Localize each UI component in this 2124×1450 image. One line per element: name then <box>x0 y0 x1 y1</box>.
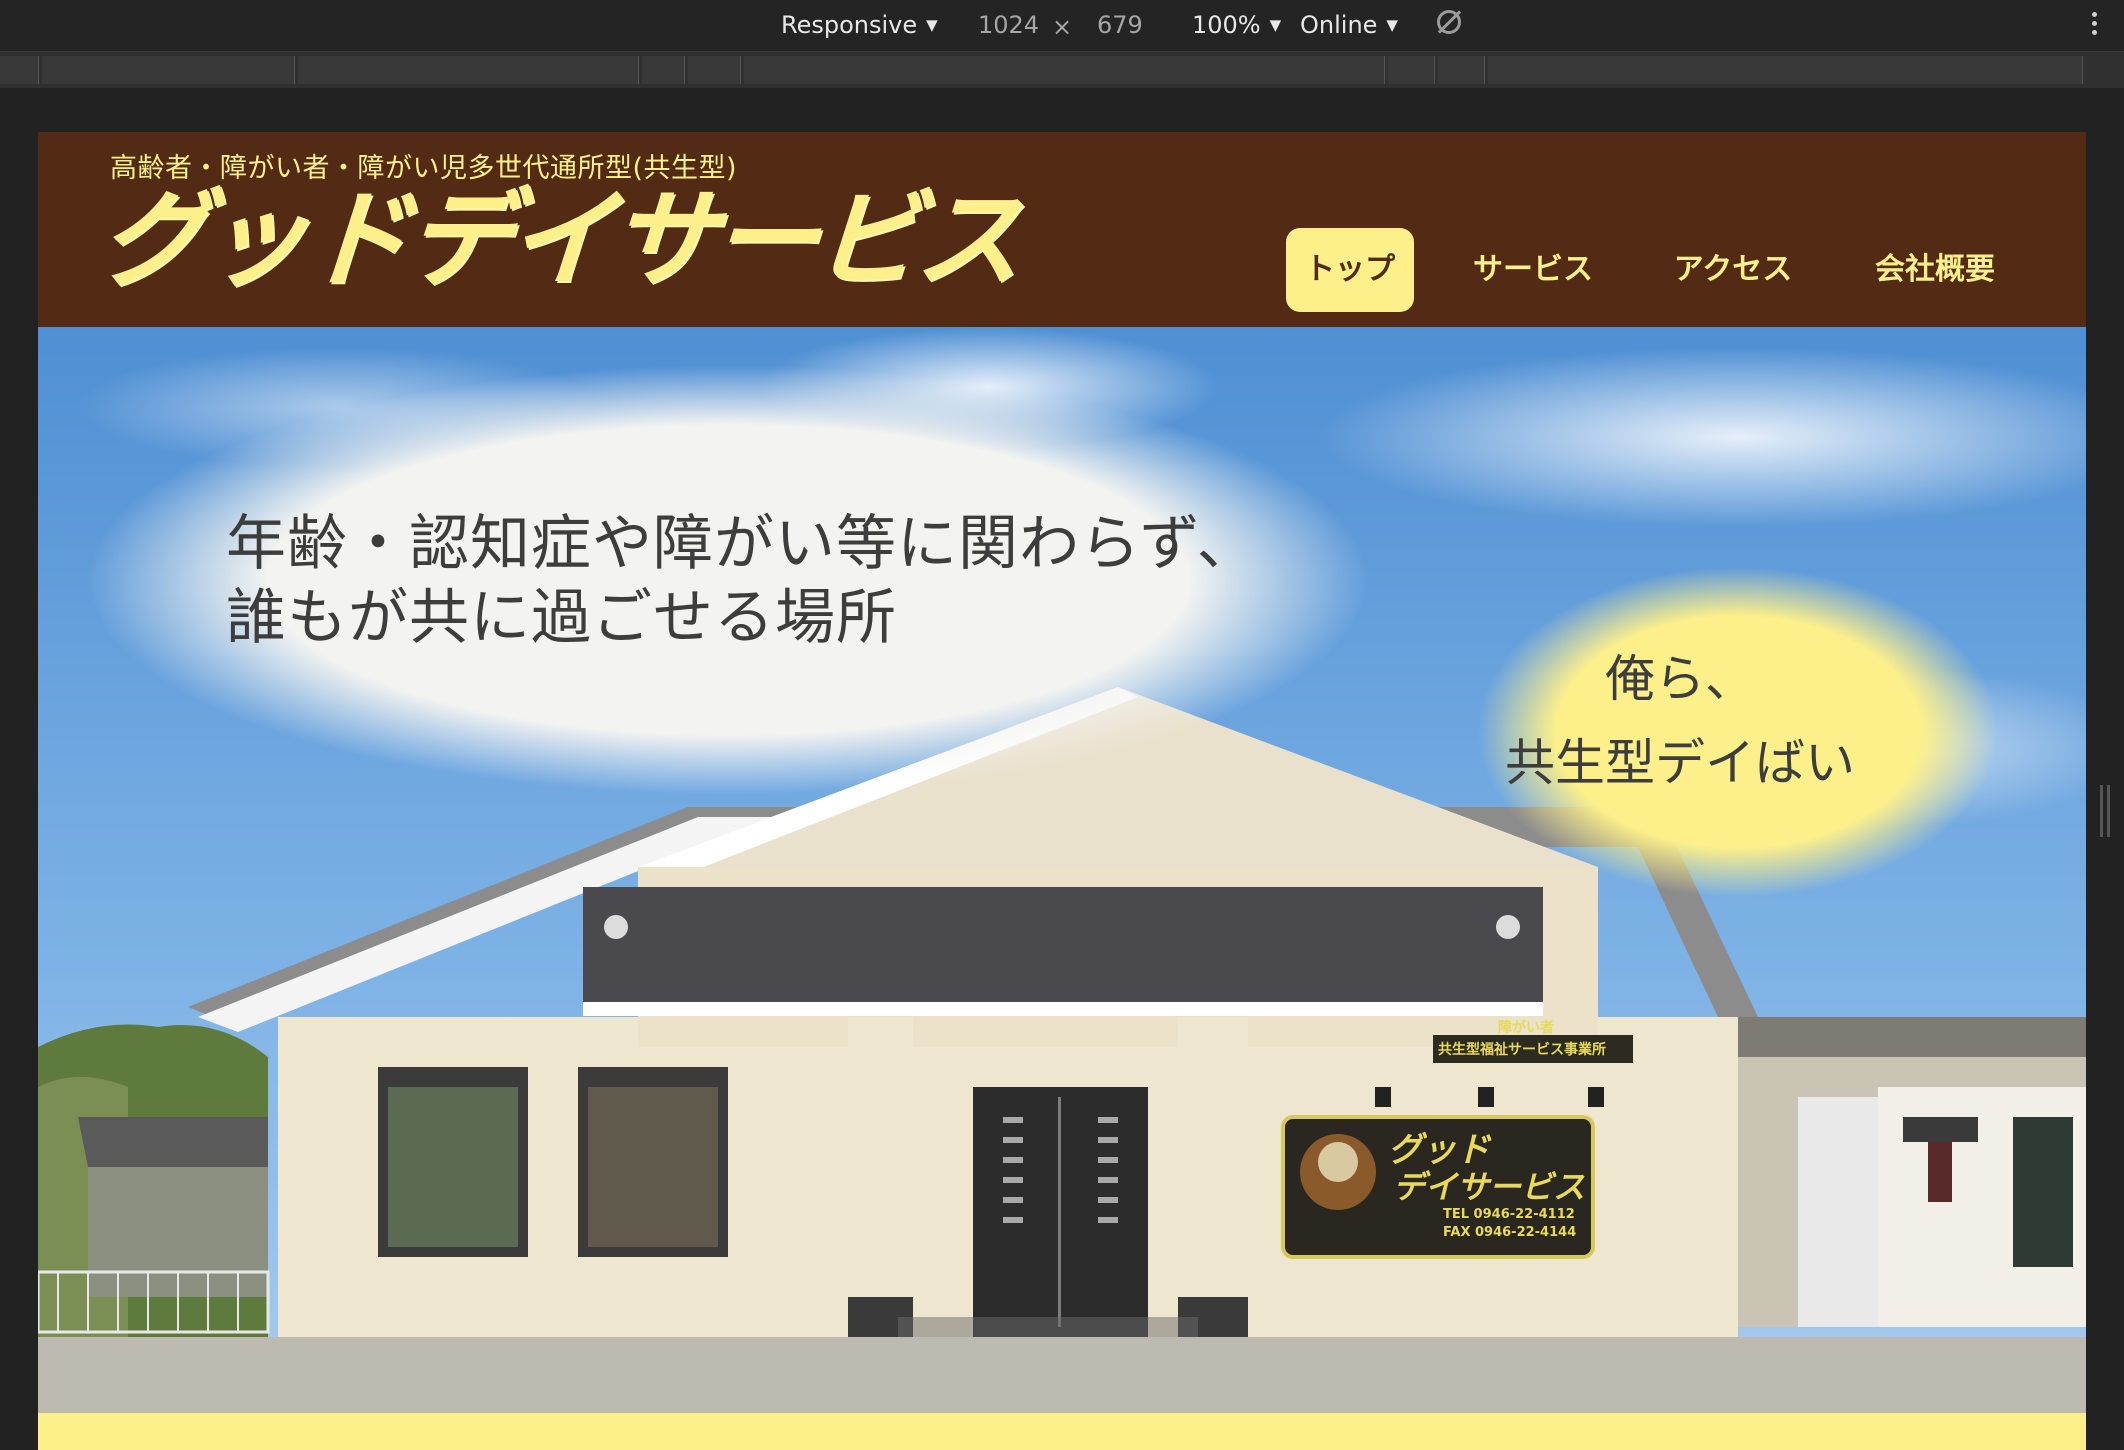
device-label: Responsive <box>781 11 918 39</box>
zoom-label: 100% <box>1192 11 1261 39</box>
content-strip <box>38 1413 2086 1450</box>
mq-segment[interactable] <box>688 56 741 84</box>
media-query-bar <box>0 52 2124 88</box>
mq-segment[interactable] <box>744 56 1385 84</box>
rotate-icon[interactable] <box>1437 10 1461 34</box>
nav-item-access[interactable]: アクセス <box>1658 228 1808 312</box>
times-icon: × <box>1052 13 1073 41</box>
hero-image: 年齢・認知症や障がい等に関わらず、 誰もが共に過ごせる場所 俺ら、 共生型デイば… <box>38 327 2086 1413</box>
hero-speech-bubble: 年齢・認知症や障がい等に関わらず、 誰もが共に過ごせる場所 <box>226 507 1258 655</box>
nav-item-company[interactable]: 会社概要 <box>1860 228 2010 312</box>
chevron-down-icon: ▼ <box>1269 16 1282 34</box>
width-input[interactable]: 1024 <box>978 8 1039 42</box>
page-viewport: 高齢者・障がい者・障がい児多世代通所型(共生型) グッドデイサービス トップ サ… <box>38 132 2086 1450</box>
hero-photo <box>38 327 2086 1413</box>
building-sign-name: 共生型福祉サービス事業所 <box>1438 1042 1606 1058</box>
building-sign-small: 障がい者 <box>1498 1020 1554 1036</box>
board-fax: FAX 0946-22-4144 <box>1443 1225 1577 1240</box>
mq-segment[interactable] <box>1488 56 2083 84</box>
height-input[interactable]: 679 <box>1097 8 1143 42</box>
mq-segment[interactable] <box>0 56 39 84</box>
mq-segment[interactable] <box>298 56 639 84</box>
hero-yellow-bubble: 俺ら、 共生型デイばい <box>1490 637 1870 805</box>
yellow-bubble-line-1: 俺ら、 <box>1605 650 1755 708</box>
more-options-icon[interactable] <box>2092 12 2098 39</box>
devtools-toolbar: Responsive ▼ 1024 × 679 100% ▼ Online ▼ <box>0 0 2124 52</box>
board-tel: TEL 0946-22-4112 <box>1443 1207 1575 1222</box>
mq-segment[interactable] <box>42 56 295 84</box>
bubble-line-1: 年齢・認知症や障がい等に関わらず、 <box>226 509 1258 579</box>
chevron-down-icon: ▼ <box>926 16 938 34</box>
site-header: 高齢者・障がい者・障がい児多世代通所型(共生型) グッドデイサービス トップ サ… <box>38 132 2086 327</box>
mq-segment[interactable] <box>1438 56 1485 84</box>
nav-item-service[interactable]: サービス <box>1458 228 1608 312</box>
nav-item-top[interactable]: トップ <box>1286 228 1414 312</box>
network-label: Online <box>1300 11 1378 39</box>
chevron-down-icon: ▼ <box>1386 16 1398 34</box>
network-select[interactable]: Online ▼ <box>1300 8 1398 45</box>
board-title-2: デイサービス <box>1393 1168 1586 1206</box>
yellow-bubble-line-2: 共生型デイばい <box>1505 734 1855 792</box>
resize-handle[interactable] <box>2100 785 2110 837</box>
site-logo[interactable]: グッドデイサービス <box>96 178 1023 301</box>
zoom-select[interactable]: 100% ▼ <box>1192 8 1281 45</box>
device-select[interactable]: Responsive ▼ <box>781 8 938 45</box>
mq-segment[interactable] <box>1388 56 1435 84</box>
mq-segment[interactable] <box>642 56 685 84</box>
bubble-line-2: 誰もが共に過ごせる場所 <box>226 583 897 653</box>
